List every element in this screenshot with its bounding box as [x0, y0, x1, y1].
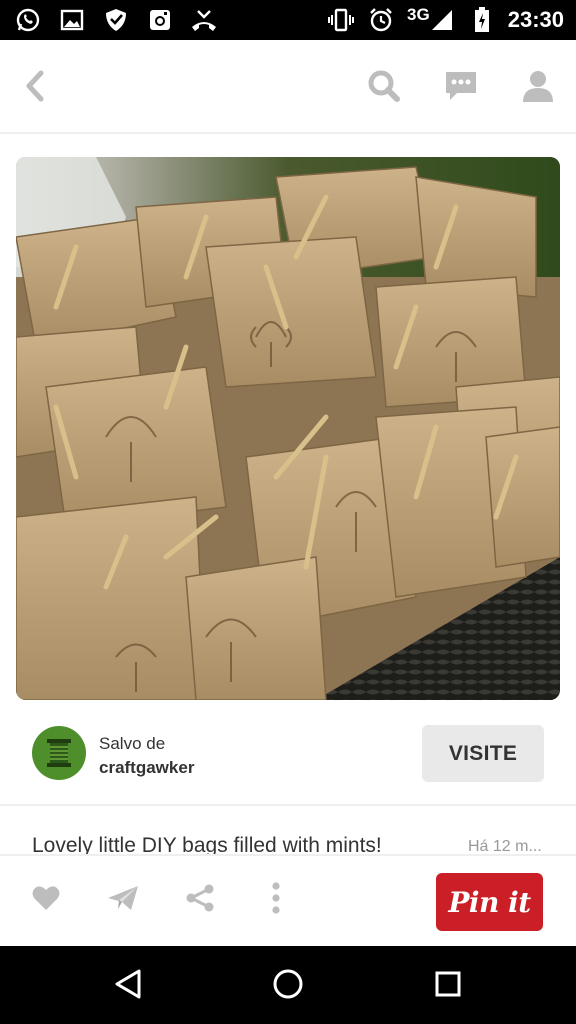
- status-bar-notifications: [14, 6, 218, 34]
- nav-back-icon: [113, 968, 143, 1005]
- more-options-button[interactable]: [254, 878, 298, 922]
- send-button[interactable]: [101, 878, 145, 922]
- profile-button[interactable]: [514, 64, 562, 112]
- gallery-icon: [58, 6, 86, 34]
- chat-icon: [444, 70, 478, 107]
- pin-description: Lovely little DIY bags filled with mints…: [32, 834, 382, 856]
- action-bar: Pin it: [0, 854, 576, 946]
- description-row: Lovely little DIY bags filled with mints…: [0, 810, 576, 856]
- nav-home-icon: [272, 968, 304, 1005]
- pin-it-button[interactable]: Pin it: [436, 873, 543, 931]
- pin-image[interactable]: [16, 157, 560, 700]
- top-bar: [0, 40, 576, 134]
- share-icon: [185, 883, 215, 918]
- missed-call-icon: [190, 6, 218, 34]
- send-icon: [107, 884, 139, 917]
- source-name[interactable]: craftgawker: [99, 758, 194, 778]
- alarm-icon: [367, 6, 395, 34]
- back-button[interactable]: [12, 64, 60, 112]
- nav-recents-icon: [434, 970, 462, 1003]
- more-icon: [271, 881, 281, 919]
- whatsapp-icon: [14, 6, 42, 34]
- visit-button[interactable]: VISITE: [422, 725, 544, 782]
- saved-from-label: Salvo de: [99, 734, 166, 753]
- nav-back-button[interactable]: [106, 964, 150, 1008]
- messages-button[interactable]: [437, 64, 485, 112]
- status-bar-system: 3G 23:30: [327, 5, 564, 34]
- status-bar: 3G 23:30: [0, 0, 576, 40]
- vibrate-icon: [327, 6, 355, 34]
- photo-kraft-bags-icon: [16, 157, 560, 700]
- source-avatar[interactable]: [32, 726, 86, 780]
- pin-detail-screen: Salvo de craftgawker VISITE Lovely littl…: [0, 40, 576, 946]
- network-type: 3G: [407, 5, 430, 24]
- signal-icon: [428, 6, 456, 34]
- nav-recents-button[interactable]: [426, 964, 470, 1008]
- search-icon: [367, 69, 401, 108]
- nav-home-button[interactable]: [266, 964, 310, 1008]
- clock: 23:30: [507, 7, 564, 32]
- instagram-icon: [146, 6, 174, 34]
- battery-icon: [468, 6, 496, 34]
- like-button[interactable]: [24, 878, 68, 922]
- heart-icon: [32, 885, 60, 916]
- craftgawker-logo-icon: [47, 739, 71, 767]
- search-button[interactable]: [360, 64, 408, 112]
- back-icon: [23, 69, 49, 108]
- shield-icon: [102, 6, 130, 34]
- share-button[interactable]: [178, 878, 222, 922]
- saved-from-row: Salvo de craftgawker VISITE: [0, 716, 576, 806]
- profile-icon: [522, 69, 554, 108]
- system-nav-bar: [0, 946, 576, 1024]
